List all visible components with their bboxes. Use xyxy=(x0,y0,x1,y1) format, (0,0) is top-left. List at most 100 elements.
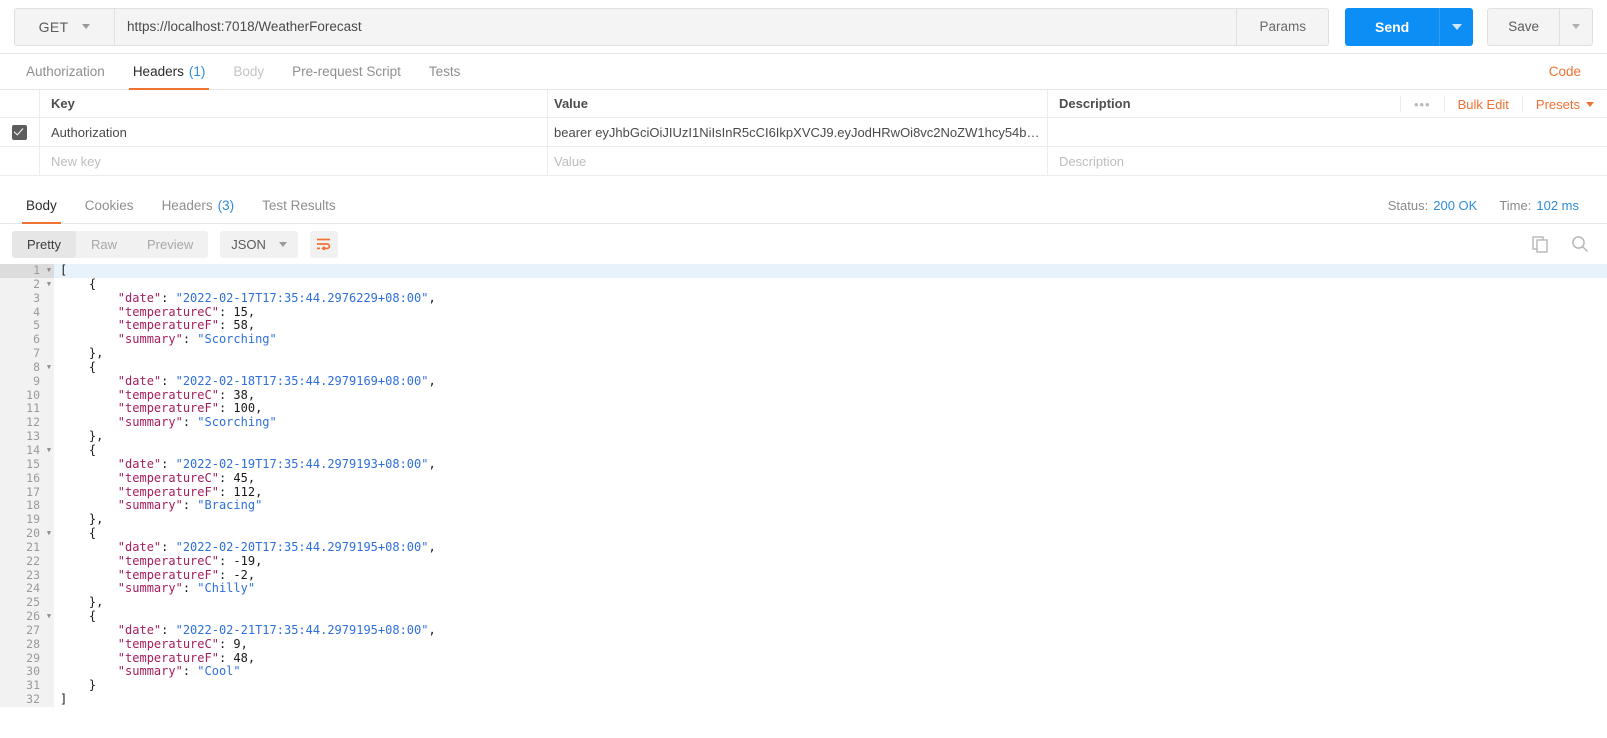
fold-toggle-icon[interactable]: ▼ xyxy=(44,264,54,278)
json-token-key: "summary" xyxy=(60,415,183,430)
json-token-key: "temperatureC" xyxy=(60,636,219,651)
json-token-pun: { xyxy=(60,526,97,541)
response-tabs: Body Cookies Headers (3) Test Results Status… xyxy=(0,188,1607,224)
code-line: 17 "temperatureF": 112, xyxy=(0,484,1607,500)
code-line: 29 "temperatureF": 48, xyxy=(0,651,1607,666)
view-mode-raw[interactable]: Raw xyxy=(76,231,132,258)
json-token-pun: : xyxy=(218,553,234,568)
code-link[interactable]: Code xyxy=(1535,54,1595,89)
send-button[interactable]: Send xyxy=(1344,7,1440,46)
json-token-key: "temperatureF" xyxy=(60,484,219,499)
json-token-pun: }, xyxy=(60,512,104,527)
fold-toggle-icon[interactable]: ▼ xyxy=(44,360,54,375)
url-input[interactable]: https://localhost:7018/WeatherForecast xyxy=(114,7,1238,46)
header-key-cell[interactable]: Authorization xyxy=(40,118,548,146)
code-line: 32] xyxy=(0,692,1607,707)
status-badge: Status: 200 OK xyxy=(1388,198,1478,213)
fold-toggle-icon[interactable]: ▼ xyxy=(44,527,54,541)
view-mode-pretty[interactable]: Pretty xyxy=(12,230,76,258)
search-icon xyxy=(1572,236,1588,252)
json-token-key: "date" xyxy=(60,622,162,637)
copy-button[interactable] xyxy=(1532,235,1549,253)
json-token-pun: , xyxy=(255,484,263,499)
table-row-new[interactable]: New key Value Description xyxy=(0,147,1607,176)
line-number: 17 xyxy=(0,485,44,500)
new-header-description-cell[interactable]: Description xyxy=(1048,147,1607,175)
header-description-cell[interactable] xyxy=(1048,118,1607,146)
fold-toggle-icon[interactable]: ▼ xyxy=(44,443,54,458)
header-value-cell[interactable]: bearer eyJhbGciOiJIUzI1NiIsInR5cCI6IkpXV… xyxy=(548,118,1048,146)
response-format-selector[interactable]: JSON xyxy=(220,230,298,258)
json-token-pun: } xyxy=(60,678,97,693)
code-line: 7 }, xyxy=(0,346,1607,361)
new-header-key-cell[interactable]: New key xyxy=(40,147,548,175)
code-line-text: "temperatureF": 100, xyxy=(54,402,1607,416)
new-header-value-cell[interactable]: Value xyxy=(548,147,1048,175)
send-options-button[interactable] xyxy=(1439,7,1474,46)
more-actions-button[interactable]: ••• xyxy=(1399,96,1444,112)
response-body-viewer[interactable]: 1 ▼[2 ▼ {3 "date": "2022-02-17T17:35:44.29… xyxy=(0,264,1607,732)
json-token-pun: , xyxy=(428,290,436,305)
fold-toggle-icon[interactable]: ▼ xyxy=(44,277,54,292)
response-tab-cookies[interactable]: Cookies xyxy=(71,188,148,223)
code-line: 24 "summary": "Chilly" xyxy=(0,581,1607,597)
tab-label: Authorization xyxy=(26,64,105,79)
fold-toggle-icon[interactable]: ▼ xyxy=(44,610,54,624)
line-number: 18 xyxy=(0,498,44,514)
tab-headers[interactable]: Headers (1) xyxy=(119,54,220,90)
json-token-pun: : xyxy=(218,304,234,319)
line-number: 5 xyxy=(0,319,44,334)
code-line: 26 ▼ { xyxy=(0,609,1607,624)
json-token-num: 58 xyxy=(233,318,248,333)
json-token-pun: : xyxy=(182,581,198,596)
code-line-text: "temperatureF": 112, xyxy=(54,484,1607,500)
column-header-key: Key xyxy=(40,90,548,117)
line-number: 9 xyxy=(0,374,44,389)
save-options-button[interactable] xyxy=(1559,7,1593,46)
code-line-text: "summary": "Bracing" xyxy=(54,498,1607,513)
table-row[interactable]: Authorization bearer eyJhbGciOiJIUzI1NiI… xyxy=(0,118,1607,147)
time-badge: Time: 102 ms xyxy=(1499,198,1579,213)
code-line-text: "temperatureC": 45, xyxy=(54,471,1607,486)
json-token-pun: , xyxy=(240,636,248,651)
json-token-pun: : xyxy=(218,401,234,416)
response-tab-body[interactable]: Body xyxy=(12,188,71,224)
tab-body[interactable]: Body xyxy=(219,54,278,89)
params-button[interactable]: Params xyxy=(1237,7,1329,46)
json-token-pun: , xyxy=(428,456,436,471)
code-line: 16 "temperatureC": 45, xyxy=(0,471,1607,486)
ellipsis-icon: ••• xyxy=(1413,96,1431,112)
fold-spacer xyxy=(44,623,54,638)
new-header-description-placeholder: Description xyxy=(1059,153,1125,169)
json-token-str: "Cool" xyxy=(197,664,241,679)
save-button[interactable]: Save xyxy=(1487,7,1559,46)
http-method-selector[interactable]: GET xyxy=(14,7,114,46)
fold-spacer xyxy=(44,305,54,320)
code-line: 4 "temperatureC": 15, xyxy=(0,304,1607,320)
tab-label: Headers xyxy=(132,64,184,79)
code-line-text: { xyxy=(54,277,1607,292)
tab-pre-request-script[interactable]: Pre-request Script xyxy=(278,54,415,89)
time-label: Time: xyxy=(1499,198,1532,213)
headers-table-header-row: Key Value Description ••• Bulk Edit Pres… xyxy=(0,90,1607,118)
bulk-edit-button[interactable]: Bulk Edit xyxy=(1443,96,1522,112)
tab-authorization[interactable]: Authorization xyxy=(12,54,119,89)
presets-button[interactable]: Presets xyxy=(1521,96,1607,112)
fold-spacer xyxy=(44,651,54,666)
json-token-pun: ] xyxy=(60,692,68,707)
response-tab-test-results[interactable]: Test Results xyxy=(248,188,350,223)
tab-tests[interactable]: Tests xyxy=(415,54,475,89)
search-button[interactable] xyxy=(1571,235,1589,253)
chevron-down-icon xyxy=(82,24,91,29)
json-token-pun: , xyxy=(428,539,436,554)
json-token-num: 15 xyxy=(233,304,248,319)
response-tab-headers[interactable]: Headers (3) xyxy=(148,188,249,223)
json-token-pun: , xyxy=(247,567,256,582)
json-token-num: 9 xyxy=(233,636,241,651)
view-mode-preview[interactable]: Preview xyxy=(132,231,208,258)
json-token-str: "Bracing" xyxy=(197,498,263,513)
json-token-pun: { xyxy=(60,359,97,374)
header-enabled-checkbox[interactable] xyxy=(12,124,27,140)
wrap-text-button[interactable] xyxy=(309,230,338,258)
json-token-pun: : xyxy=(161,290,176,305)
